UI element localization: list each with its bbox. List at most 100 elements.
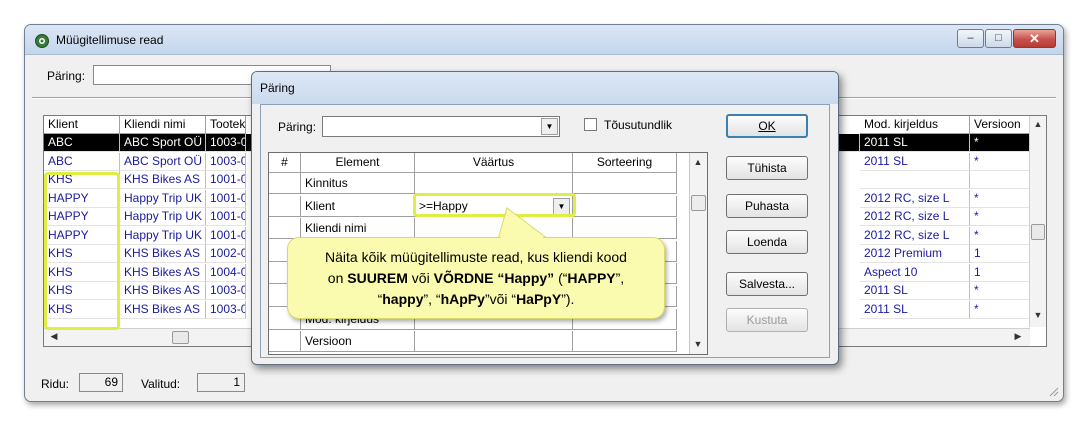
- table-cell-toode[interactable]: 1004-0: [206, 263, 246, 282]
- table-cell-mod[interactable]: 2012 RC, size L: [860, 189, 970, 208]
- column-header[interactable]: Kliendi nimi: [120, 116, 206, 134]
- close-icon: ✕: [1029, 31, 1040, 46]
- criteria-column-header[interactable]: Väärtus: [415, 153, 573, 173]
- table-cell-nimi[interactable]: ABC Sport OÜ: [120, 152, 206, 171]
- table-cell-nimi[interactable]: KHS Bikes AS: [120, 245, 206, 263]
- hscroll-thumb[interactable]: [172, 331, 189, 344]
- explanation-callout: Näita kõik müügitellimuste read, kus kli…: [287, 237, 665, 319]
- criteria-cell-element[interactable]: Klient: [301, 195, 415, 217]
- table-cell-toode[interactable]: 1003-0: [206, 152, 246, 171]
- criteria-scroll-thumb[interactable]: [691, 195, 706, 211]
- table-cell-ver[interactable]: 1: [970, 245, 1030, 263]
- column-header[interactable]: Mod. kirjeldus: [860, 116, 970, 134]
- criteria-scrollbar[interactable]: ▲ ▼: [689, 153, 707, 354]
- callout-line-2: on SUUREM või VÕRDNE “Happy” (“HAPPY”,: [327, 270, 625, 286]
- cancel-button[interactable]: Tühista: [726, 156, 808, 180]
- callout-line-1: Näita kõik müügitellimuste read, kus kli…: [325, 249, 627, 265]
- maximize-button[interactable]: □: [985, 29, 1012, 48]
- criteria-cell-sort[interactable]: [573, 195, 677, 217]
- table-cell-nimi[interactable]: Happy Trip UK: [120, 189, 206, 208]
- clear-button[interactable]: Puhasta: [726, 194, 808, 218]
- table-cell-toode[interactable]: 1003-0: [206, 282, 246, 300]
- window-title: Müügitellimuse read: [56, 33, 164, 47]
- rows-count: 69: [79, 373, 123, 392]
- scroll-up-icon[interactable]: ▲: [1030, 119, 1046, 129]
- ascending-checkbox[interactable]: [584, 118, 597, 131]
- table-cell-klient[interactable]: ABC: [44, 152, 120, 171]
- criteria-column-header[interactable]: Element: [301, 153, 415, 173]
- table-cell-ver[interactable]: *: [970, 208, 1030, 226]
- window-controls: – □ ✕: [956, 29, 1056, 49]
- klient-column-highlight: [44, 172, 120, 330]
- ascending-label: Tõusutundlik: [604, 118, 673, 132]
- table-cell-toode[interactable]: 1003-0: [206, 134, 246, 152]
- table-cell-toode[interactable]: 1002-0: [206, 245, 246, 263]
- criteria-cell-value[interactable]: [415, 331, 573, 353]
- save-button[interactable]: Salvesta...: [726, 272, 808, 296]
- table-cell-toode[interactable]: 1003-0: [206, 300, 246, 319]
- table-cell-ver[interactable]: [970, 171, 1030, 189]
- table-cell-toode[interactable]: 1001-0: [206, 226, 246, 245]
- table-cell-nimi[interactable]: Happy Trip UK: [120, 208, 206, 226]
- vertical-scrollbar[interactable]: ▲ ▼: [1029, 116, 1046, 327]
- table-cell-mod[interactable]: Aspect 10: [860, 263, 970, 282]
- table-cell-ver[interactable]: *: [970, 189, 1030, 208]
- delete-button: Kustuta: [726, 308, 808, 332]
- column-header[interactable]: Klient: [44, 116, 120, 134]
- minimize-button[interactable]: –: [957, 29, 984, 48]
- ok-button[interactable]: OK: [726, 114, 808, 138]
- close-button[interactable]: ✕: [1013, 29, 1056, 48]
- column-header[interactable]: Versioon: [970, 116, 1030, 134]
- column-header[interactable]: Tootek: [206, 116, 246, 134]
- criteria-cell-sort[interactable]: [573, 331, 677, 353]
- table-cell-toode[interactable]: 1001-0: [206, 171, 246, 189]
- chevron-down-icon[interactable]: ▼: [541, 118, 558, 135]
- scroll-down-icon[interactable]: ▼: [690, 339, 706, 349]
- criteria-cell-element[interactable]: Versioon: [301, 331, 415, 353]
- criteria-cell-num[interactable]: [269, 195, 301, 217]
- scroll-down-icon[interactable]: ▼: [1030, 310, 1046, 320]
- selected-label: Valitud:: [141, 377, 181, 391]
- criteria-cell-num[interactable]: [269, 218, 301, 240]
- table-cell-ver[interactable]: 1: [970, 263, 1030, 282]
- scroll-up-icon[interactable]: ▲: [690, 157, 706, 167]
- table-cell-nimi[interactable]: KHS Bikes AS: [120, 300, 206, 319]
- table-cell-klient[interactable]: ABC: [44, 134, 120, 152]
- table-cell-ver[interactable]: *: [970, 152, 1030, 171]
- table-cell-toode[interactable]: 1001-0: [206, 208, 246, 226]
- table-cell-ver[interactable]: *: [970, 282, 1030, 300]
- scroll-right-icon[interactable]: ▶: [1010, 331, 1026, 342]
- scroll-left-icon[interactable]: ◀: [46, 331, 62, 342]
- criteria-column-header[interactable]: #: [269, 153, 301, 173]
- resize-grip-icon[interactable]: [1047, 385, 1059, 397]
- table-cell-ver[interactable]: *: [970, 134, 1030, 152]
- table-cell-mod[interactable]: 2011 SL: [860, 300, 970, 319]
- table-cell-mod[interactable]: 2011 SL: [860, 134, 970, 152]
- criteria-cell-element[interactable]: Kinnitus: [301, 173, 415, 194]
- table-cell-mod[interactable]: 2012 Premium: [860, 245, 970, 263]
- app-icon: [35, 34, 49, 48]
- table-cell-mod[interactable]: 2011 SL: [860, 282, 970, 300]
- table-cell-nimi[interactable]: Happy Trip UK: [120, 226, 206, 245]
- table-cell-nimi[interactable]: KHS Bikes AS: [120, 263, 206, 282]
- table-cell-ver[interactable]: *: [970, 300, 1030, 319]
- table-cell-mod[interactable]: 2012 RC, size L: [860, 226, 970, 245]
- table-cell-nimi[interactable]: KHS Bikes AS: [120, 171, 206, 189]
- scroll-thumb[interactable]: [1031, 224, 1045, 240]
- query-dialog: Päring Päring: ▼ Tõusutundlik # Element Vä…: [251, 71, 839, 365]
- criteria-column-header[interactable]: Sorteering: [573, 153, 677, 173]
- table-cell-mod[interactable]: 2011 SL: [860, 152, 970, 171]
- criteria-cell-sort[interactable]: [573, 173, 677, 194]
- callout-line-3: “happy”, “hApPy”või “HaPpY”).: [377, 291, 575, 307]
- list-button[interactable]: Loenda: [726, 230, 808, 254]
- table-cell-toode[interactable]: 1001-0: [206, 189, 246, 208]
- criteria-cell-value[interactable]: [415, 173, 573, 194]
- table-cell-mod[interactable]: [860, 171, 970, 189]
- criteria-cell-num[interactable]: [269, 331, 301, 353]
- table-cell-mod[interactable]: 2012 RC, size L: [860, 208, 970, 226]
- dialog-query-select[interactable]: ▼: [322, 116, 560, 137]
- table-cell-nimi[interactable]: ABC Sport OÜ: [120, 134, 206, 152]
- table-cell-ver[interactable]: *: [970, 226, 1030, 245]
- criteria-cell-num[interactable]: [269, 173, 301, 194]
- table-cell-nimi[interactable]: KHS Bikes AS: [120, 282, 206, 300]
